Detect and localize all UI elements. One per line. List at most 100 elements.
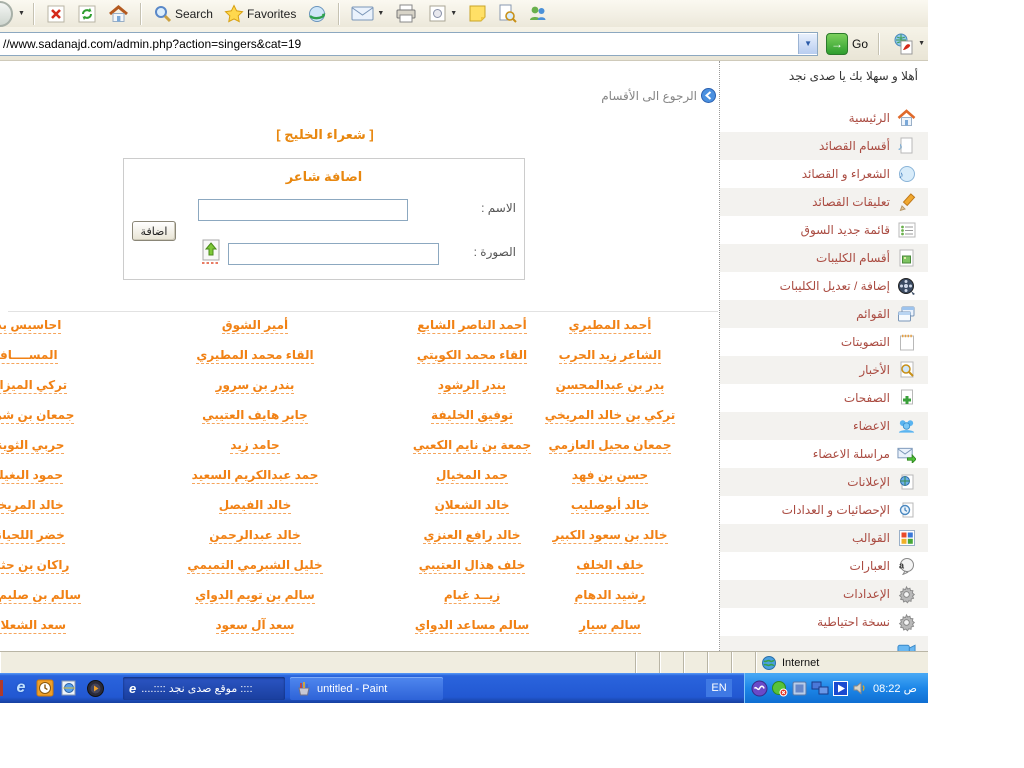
sidebar-item-backup[interactable]: نسخة احتياطية — [720, 608, 928, 636]
favorites-button[interactable]: Favorites — [221, 3, 299, 24]
status-bar: Internet — [0, 651, 928, 674]
tray-media-player-icon[interactable] — [832, 680, 849, 697]
sidebar-item-phrases[interactable]: a العبارات — [720, 552, 928, 580]
language-indicator[interactable]: EN — [706, 679, 732, 697]
poet-link[interactable]: زيــد غيام — [372, 584, 572, 614]
sidebar-item-clip-sections[interactable]: أقسام الكليبات — [720, 244, 928, 272]
poet-link[interactable]: خلف هذال العتيبي — [372, 554, 572, 584]
tray-app-icon[interactable] — [791, 680, 808, 697]
poet-link[interactable]: أحمد الناصر الشايع — [372, 314, 572, 344]
home-button[interactable] — [105, 3, 132, 25]
sidebar-item-settings[interactable]: الإعدادات — [720, 580, 928, 608]
tray-clock[interactable]: 08:22 ص — [873, 682, 917, 695]
mail-button[interactable]: ▼ — [348, 4, 387, 23]
poet-link[interactable]: خالد رافع العنزي — [372, 524, 572, 554]
poet-link[interactable]: خالد الشعلان — [372, 494, 572, 524]
back-to-sections-link[interactable]: الرجوع الى الأقسام — [601, 88, 716, 103]
search-button[interactable]: Search — [150, 3, 216, 24]
search-doc-icon — [897, 361, 916, 380]
forward-dropdown-icon[interactable]: ▼ — [18, 10, 25, 17]
poet-link[interactable]: جمعان بن شرثان — [0, 404, 125, 434]
quicklaunch-clock-app-icon[interactable] — [34, 677, 56, 699]
tray-audio-wave-icon[interactable] — [751, 680, 768, 697]
stop-button[interactable] — [43, 3, 69, 25]
tray-network-icon[interactable] — [811, 680, 829, 696]
task-button-paint[interactable]: untitled - Paint — [290, 677, 443, 700]
admin-sidebar: أهلا و سهلا بك يا صدى نجد الرئيسية ♪ أقس… — [719, 61, 928, 651]
poet-link[interactable]: سعد الشعلاني — [0, 614, 125, 644]
go-button[interactable]: → Go — [826, 33, 868, 55]
sidebar-menu: الرئيسية ♪ أقسام القصائد ♪ الشعراء و الق… — [720, 104, 928, 651]
upload-image-icon[interactable] — [200, 239, 222, 265]
sidebar-item-polls[interactable]: التصويتات — [720, 328, 928, 356]
poet-link[interactable]: سالم مساعد الدواي — [372, 614, 572, 644]
poet-link[interactable]: سالم بن صليم القح — [0, 584, 125, 614]
sidebar-item-home[interactable]: الرئيسية — [720, 104, 928, 132]
poet-link[interactable]: حمد عبدالكريم السعيد — [155, 464, 355, 494]
poet-link[interactable]: خضر اللحياني — [0, 524, 125, 554]
research-button[interactable] — [495, 3, 520, 24]
poet-link[interactable]: توفيق الخليفة — [372, 404, 572, 434]
poet-link[interactable]: المســــافر — [0, 344, 125, 374]
sidebar-item-cut-off[interactable] — [720, 636, 928, 651]
discuss-button[interactable] — [465, 3, 490, 24]
address-dropdown-icon[interactable]: ▼ — [798, 34, 817, 54]
refresh-button[interactable] — [74, 3, 100, 25]
poet-link[interactable]: حربي الثويني — [0, 434, 125, 464]
pdf-dropdown-icon[interactable]: ▼ — [918, 40, 925, 47]
poet-name-input[interactable] — [198, 199, 408, 221]
address-url-text[interactable]: //www.sadanajd.com/admin.php?action=sing… — [0, 37, 798, 51]
sidebar-item-members[interactable]: الاعضاء — [720, 412, 928, 440]
poet-link[interactable]: خليل الشبرمي التميمي — [155, 554, 355, 584]
tray-antivirus-icon[interactable] — [771, 680, 788, 697]
sidebar-item-poem-comments[interactable]: تعليقات القصائد — [720, 188, 928, 216]
edit-dropdown-icon[interactable]: ▼ — [450, 10, 457, 17]
sidebar-item-pages[interactable]: الصفحات — [720, 384, 928, 412]
mail-dropdown-icon[interactable]: ▼ — [377, 10, 384, 17]
poet-link[interactable]: حمود البغيلي — [0, 464, 125, 494]
edit-button[interactable]: ▼ — [425, 3, 460, 24]
sidebar-item-market-new-list[interactable]: قائمة جديد السوق — [720, 216, 928, 244]
poet-link[interactable]: جابر هايف العتيبي — [155, 404, 355, 434]
poet-link[interactable]: حامد زيد — [155, 434, 355, 464]
screenshot-region: ▼ — [0, 0, 928, 703]
poet-link[interactable]: سعد آل سعود — [155, 614, 355, 644]
poet-link[interactable]: خالد عبدالرحمن — [155, 524, 355, 554]
sidebar-item-add-edit-clips[interactable]: إضافة / تعديل الكليبات — [720, 272, 928, 300]
poet-link[interactable]: القاء محمد الكويتي — [372, 344, 572, 374]
poet-link[interactable]: تركي الميزاني — [0, 374, 125, 404]
convert-to-pdf-button[interactable]: ▼ — [890, 32, 928, 56]
task-button-website[interactable]: e ....:::: موقع صدى نجد :::: — [123, 677, 285, 700]
messenger-button[interactable] — [525, 3, 550, 24]
address-input[interactable]: //www.sadanajd.com/admin.php?action=sing… — [0, 32, 818, 56]
poet-link[interactable]: أمير الشوق — [155, 314, 355, 344]
poet-link[interactable]: سالم بن تويم الدواي — [155, 584, 355, 614]
forward-button-icon[interactable] — [0, 1, 13, 27]
add-button[interactable]: اضافة — [132, 221, 176, 241]
quicklaunch-ie-tool-icon[interactable] — [58, 677, 80, 699]
poet-link[interactable]: بندر بن سرور — [155, 374, 355, 404]
poet-link[interactable]: احاسيس بدر — [0, 314, 125, 344]
print-button[interactable] — [392, 3, 420, 24]
sidebar-item-ads[interactable]: الإعلانات — [720, 468, 928, 496]
sidebar-item-templates[interactable]: القوالب — [720, 524, 928, 552]
sidebar-item-poem-sections[interactable]: ♪ أقسام القصائد — [720, 132, 928, 160]
poet-link[interactable]: بندر الرشود — [372, 374, 572, 404]
quicklaunch-ie-icon[interactable]: e — [10, 677, 32, 699]
poet-link[interactable]: خالد الفيصل — [155, 494, 355, 524]
sidebar-item-message-members[interactable]: مراسلة الاعضاء — [720, 440, 928, 468]
sidebar-item-news[interactable]: الأخبار — [720, 356, 928, 384]
svg-text:♪: ♪ — [898, 141, 903, 153]
poet-link[interactable]: راكان بن حثلين — [0, 554, 125, 584]
history-button[interactable] — [304, 3, 330, 25]
poet-link[interactable]: جمعة بن نايم الكعبي — [372, 434, 572, 464]
poet-link[interactable]: القاء محمد المطيري — [155, 344, 355, 374]
sidebar-item-poets-poems[interactable]: ♪ الشعراء و القصائد — [720, 160, 928, 188]
quicklaunch-media-player-icon[interactable] — [84, 677, 106, 699]
poet-image-input[interactable] — [228, 243, 439, 265]
poet-link[interactable]: خالد المريخي — [0, 494, 125, 524]
sidebar-item-stats-counters[interactable]: الإحصائيات و العدادات — [720, 496, 928, 524]
tray-volume-icon[interactable] — [852, 680, 868, 696]
poet-link[interactable]: حمد المخيال — [372, 464, 572, 494]
sidebar-item-lists[interactable]: القوائم — [720, 300, 928, 328]
